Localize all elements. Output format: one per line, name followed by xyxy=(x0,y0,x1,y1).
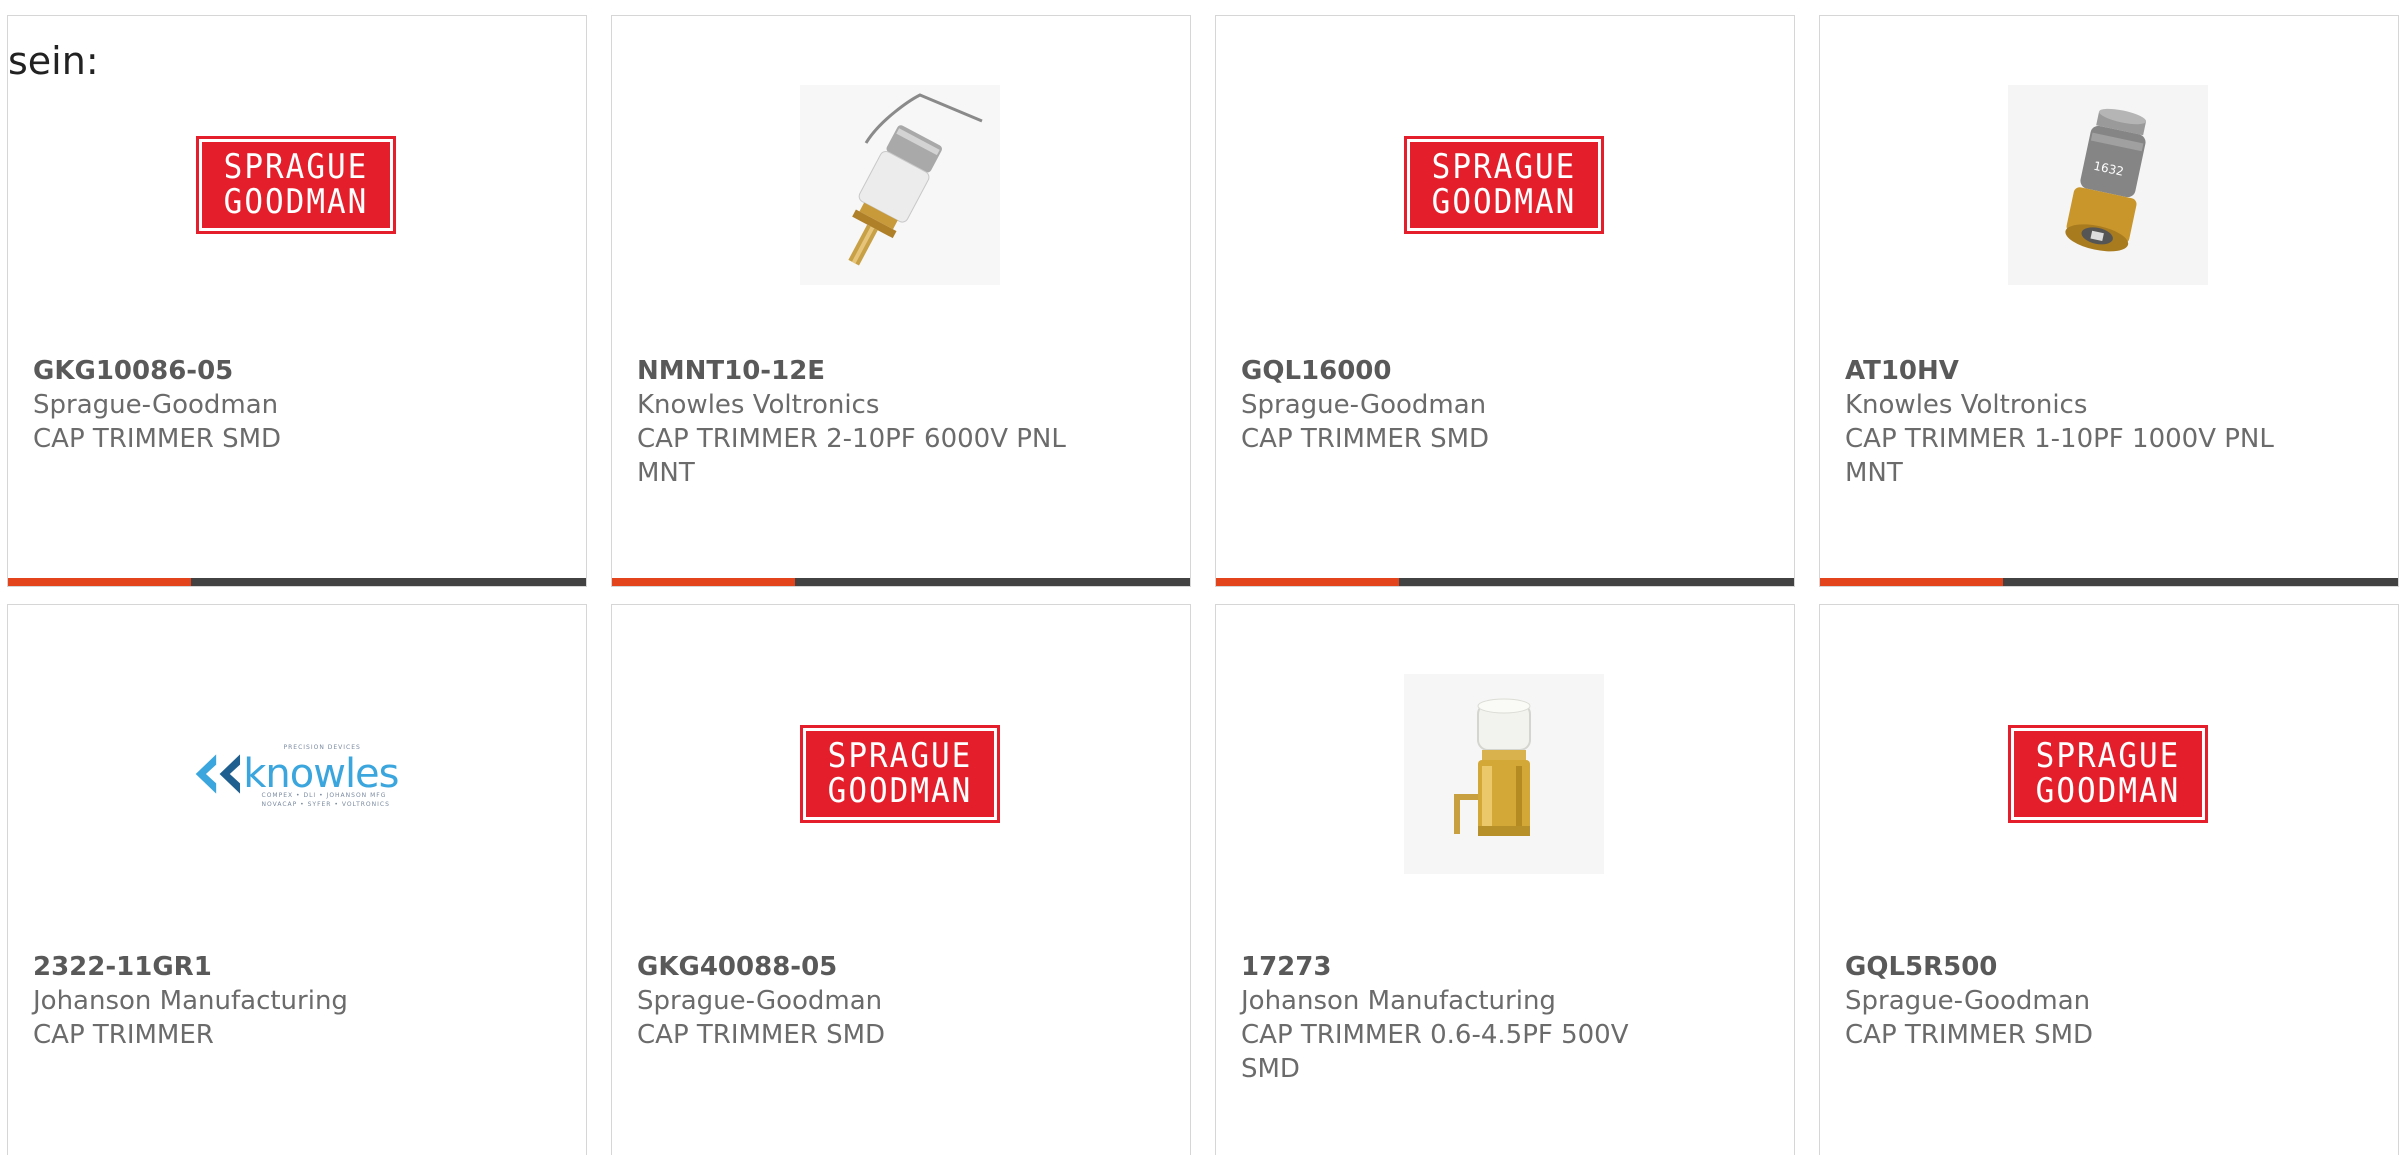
part-number-link[interactable]: GKG40088-05 xyxy=(637,950,1157,984)
trimmer-capacitor-wire-lead-photo xyxy=(800,85,1000,285)
product-description: CAP TRIMMER 1-10PF 1000V PNL MNT xyxy=(1845,424,2274,488)
trimmer-capacitor-photo: 1632 xyxy=(2008,85,2208,285)
knowles-tagline: PRECISION DEVICES xyxy=(283,744,361,751)
card-accent-bar xyxy=(8,578,586,586)
product-image[interactable]: 1632 xyxy=(2008,85,2208,285)
product-image[interactable]: SPRAGUE GOODMAN xyxy=(1404,85,1604,285)
sprague-goodman-logo: SPRAGUE GOODMAN xyxy=(1404,136,1604,234)
manufacturer-name: Sprague-Goodman xyxy=(1241,390,1487,420)
product-grid-page: sein: SPRAGUE GOODMAN GKG10086-05 Spragu… xyxy=(0,0,2400,1155)
sprague-goodman-logo: SPRAGUE GOODMAN xyxy=(800,725,1000,823)
product-card[interactable]: SPRAGUE GOODMAN GKG40088-05 Sprague-Good… xyxy=(611,604,1191,1155)
accent-segment xyxy=(8,578,191,586)
product-image[interactable]: SPRAGUE GOODMAN xyxy=(2008,674,2208,874)
logo-text: GOODMAN xyxy=(1431,182,1577,222)
product-description: CAP TRIMMER SMD xyxy=(33,424,282,454)
logo-text: GOODMAN xyxy=(827,771,973,811)
manufacturer-name: Sprague-Goodman xyxy=(637,986,883,1016)
product-info: NMNT10-12E Knowles Voltronics CAP TRIMME… xyxy=(637,354,1157,490)
product-card[interactable]: knowles PRECISION DEVICES COMPEX • DLI •… xyxy=(7,604,587,1155)
product-card[interactable]: SPRAGUE GOODMAN GQL16000 Sprague-Goodman… xyxy=(1215,15,1795,587)
product-image[interactable]: SPRAGUE GOODMAN xyxy=(196,85,396,285)
product-image[interactable] xyxy=(1404,674,1604,874)
card-accent-bar xyxy=(1216,578,1794,586)
manufacturer-name: Johanson Manufacturing xyxy=(1241,986,1556,1016)
product-info: AT10HV Knowles Voltronics CAP TRIMMER 1-… xyxy=(1845,354,2365,490)
product-info: GQL5R500 Sprague-Goodman CAP TRIMMER SMD xyxy=(1845,950,2365,1052)
manufacturer-name: Sprague-Goodman xyxy=(1845,986,2091,1016)
smd-trimmer-photo xyxy=(1404,674,1604,874)
knowles-tagline: COMPEX • DLI • JOHANSON MFG xyxy=(261,792,387,799)
product-info: GKG40088-05 Sprague-Goodman CAP TRIMMER … xyxy=(637,950,1157,1052)
part-number-link[interactable]: AT10HV xyxy=(1845,354,2365,388)
accent-segment xyxy=(1216,578,1399,586)
sprague-goodman-logo: SPRAGUE GOODMAN xyxy=(196,136,396,234)
product-description: CAP TRIMMER SMD xyxy=(1241,424,1490,454)
product-info: GQL16000 Sprague-Goodman CAP TRIMMER SMD xyxy=(1241,354,1761,456)
product-description: CAP TRIMMER SMD xyxy=(1845,1020,2094,1050)
product-card[interactable]: NMNT10-12E Knowles Voltronics CAP TRIMME… xyxy=(611,15,1191,587)
logo-text: GOODMAN xyxy=(223,182,369,222)
knowles-tagline: NOVACAP • SYFER • VOLTRONICS xyxy=(261,801,390,808)
product-info: GKG10086-05 Sprague-Goodman CAP TRIMMER … xyxy=(33,354,553,456)
knowles-chevron-icon xyxy=(195,754,240,794)
product-card[interactable]: 1632 AT10HV Knowles Voltronics CAP TRIMM… xyxy=(1819,15,2399,587)
accent-segment xyxy=(1820,578,2003,586)
manufacturer-name: Knowles Voltronics xyxy=(637,390,880,420)
part-number-link[interactable]: GKG10086-05 xyxy=(33,354,553,388)
sprague-goodman-logo: SPRAGUE GOODMAN xyxy=(2008,725,2208,823)
manufacturer-name: Knowles Voltronics xyxy=(1845,390,2088,420)
card-accent-bar xyxy=(612,578,1190,586)
logo-text: SPRAGUE xyxy=(223,147,369,187)
product-card[interactable]: SPRAGUE GOODMAN GQL5R500 Sprague-Goodman… xyxy=(1819,604,2399,1155)
product-info: 17273 Johanson Manufacturing CAP TRIMMER… xyxy=(1241,950,1761,1086)
product-card[interactable]: SPRAGUE GOODMAN GKG10086-05 Sprague-Good… xyxy=(7,15,587,587)
product-description: CAP TRIMMER xyxy=(33,1020,214,1050)
part-number-link[interactable]: 17273 xyxy=(1241,950,1761,984)
part-number-link[interactable]: GQL5R500 xyxy=(1845,950,2365,984)
manufacturer-name: Sprague-Goodman xyxy=(33,390,279,420)
product-image[interactable]: knowles PRECISION DEVICES COMPEX • DLI •… xyxy=(194,674,400,874)
logo-text: SPRAGUE xyxy=(827,736,973,776)
logo-text: GOODMAN xyxy=(2035,771,2181,811)
product-image[interactable] xyxy=(800,85,1000,285)
part-number-link[interactable]: GQL16000 xyxy=(1241,354,1761,388)
product-description: CAP TRIMMER 0.6-4.5PF 500V SMD xyxy=(1241,1020,1629,1084)
product-image[interactable]: SPRAGUE GOODMAN xyxy=(800,674,1000,874)
accent-segment xyxy=(612,578,795,586)
manufacturer-name: Johanson Manufacturing xyxy=(33,986,348,1016)
part-number-link[interactable]: NMNT10-12E xyxy=(637,354,1157,388)
knowles-logo: knowles PRECISION DEVICES COMPEX • DLI •… xyxy=(194,734,400,814)
product-info: 2322-11GR1 Johanson Manufacturing CAP TR… xyxy=(33,950,553,1052)
logo-text: SPRAGUE xyxy=(1431,147,1577,187)
part-number-link[interactable]: 2322-11GR1 xyxy=(33,950,553,984)
product-card[interactable]: 17273 Johanson Manufacturing CAP TRIMMER… xyxy=(1215,604,1795,1155)
intro-text: sein: xyxy=(8,39,99,83)
card-accent-bar xyxy=(1820,578,2398,586)
product-description: CAP TRIMMER 2-10PF 6000V PNL MNT xyxy=(637,424,1066,488)
product-description: CAP TRIMMER SMD xyxy=(637,1020,886,1050)
logo-text: SPRAGUE xyxy=(2035,736,2181,776)
knowles-wordmark: knowles xyxy=(243,751,399,797)
